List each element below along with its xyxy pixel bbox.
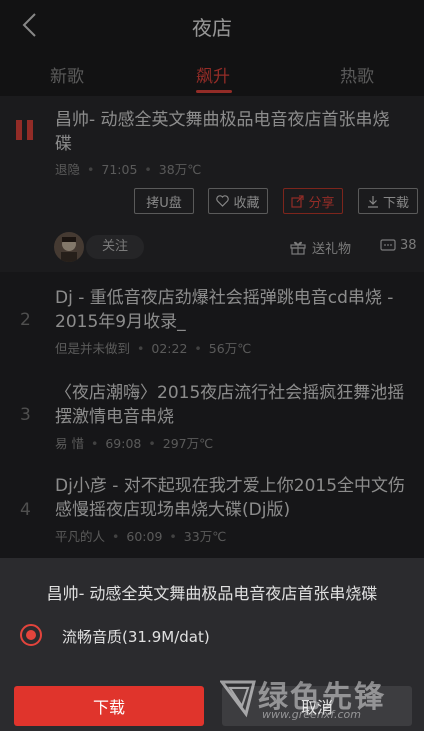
watermark-url: www.greenxf.com [262,708,361,721]
quality-option-label[interactable]: 流畅音质(31.9M/dat) [62,626,210,647]
sheet-title: 昌帅- 动感全英文舞曲极品电音夜店首张串烧碟 [46,584,378,603]
quality-radio[interactable] [20,624,42,646]
dim-overlay[interactable] [0,0,424,558]
confirm-download-button[interactable]: 下载 [14,686,204,726]
